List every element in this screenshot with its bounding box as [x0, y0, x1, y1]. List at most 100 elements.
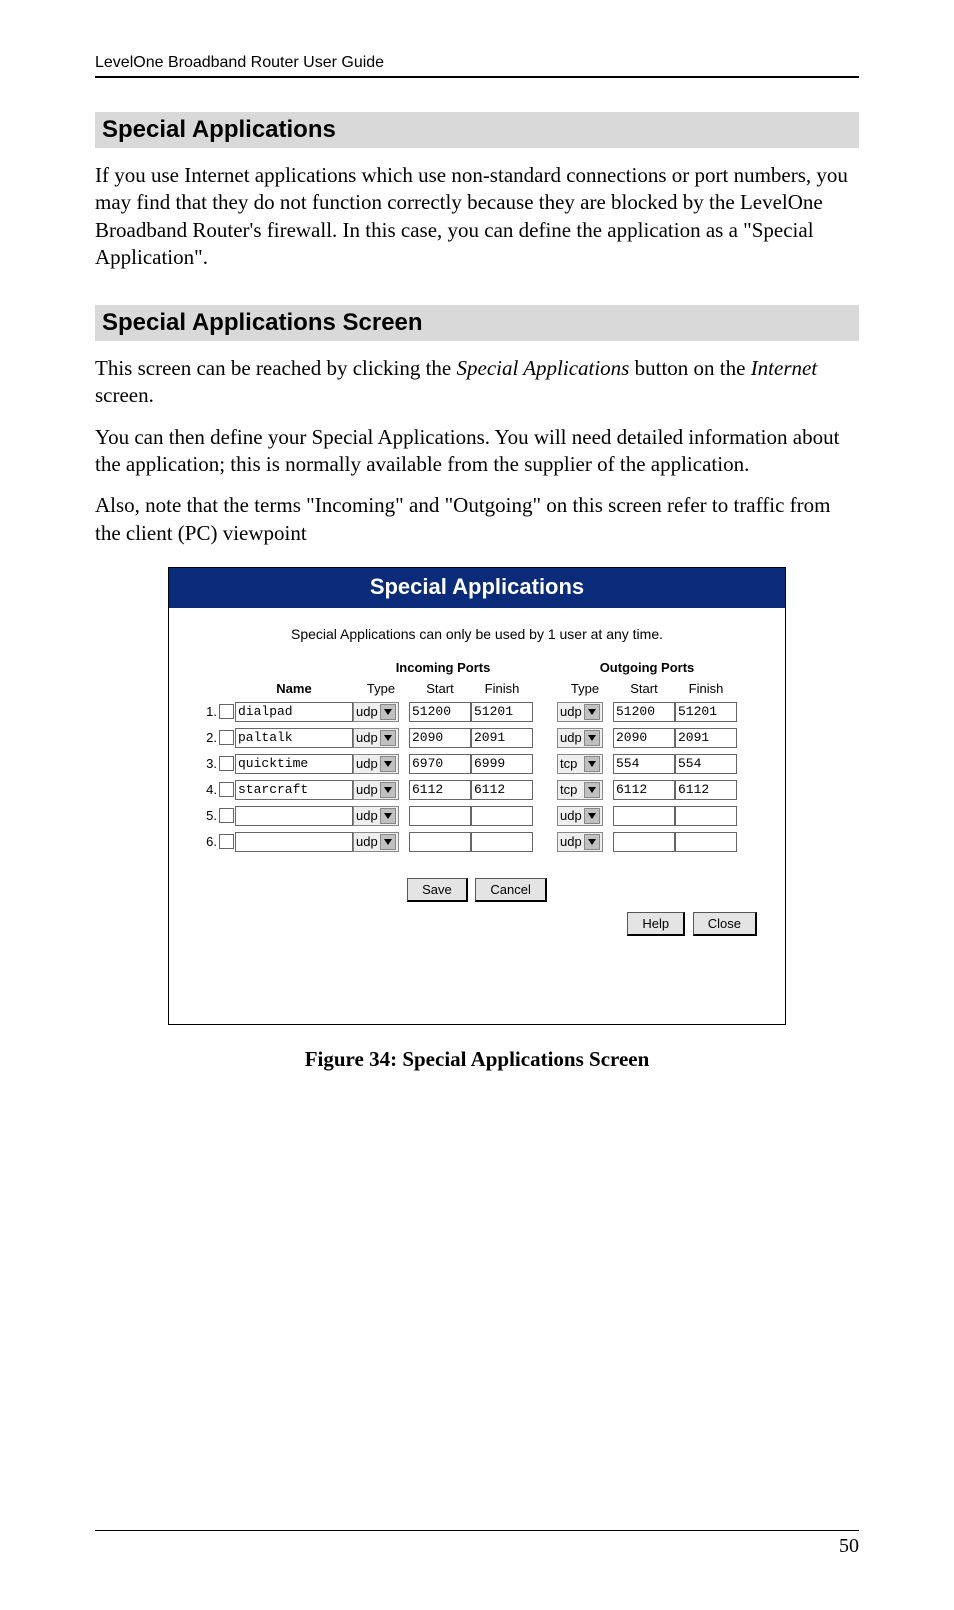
out-type-select[interactable]: tcp	[557, 780, 603, 800]
in-finish-input[interactable]	[471, 728, 533, 748]
out-start-input[interactable]	[613, 702, 675, 722]
chevron-down-icon	[584, 834, 600, 850]
col-outgoing: Outgoing Ports	[557, 660, 737, 675]
out-start-input[interactable]	[613, 728, 675, 748]
reach-text-a: This screen can be reached by clicking t…	[95, 356, 457, 380]
out-type-select[interactable]: udp	[557, 728, 603, 748]
screenshot-note: Special Applications can only be used by…	[191, 626, 763, 642]
name-input[interactable]	[235, 754, 353, 774]
chevron-down-icon	[380, 808, 396, 824]
row-num: 6.	[191, 834, 217, 849]
col-out-start: Start	[613, 681, 675, 696]
col-in-finish: Finish	[471, 681, 533, 696]
row-num: 3.	[191, 756, 217, 771]
col-in-start: Start	[409, 681, 471, 696]
chevron-down-icon	[584, 704, 600, 720]
out-finish-input[interactable]	[675, 832, 737, 852]
col-out-finish: Finish	[675, 681, 737, 696]
out-start-input[interactable]	[613, 780, 675, 800]
save-button[interactable]: Save	[407, 878, 468, 902]
help-button[interactable]: Help	[627, 912, 685, 936]
in-finish-input[interactable]	[471, 754, 533, 774]
name-input[interactable]	[235, 728, 353, 748]
name-input[interactable]	[235, 702, 353, 722]
out-finish-input[interactable]	[675, 754, 737, 774]
row-checkbox[interactable]	[219, 834, 234, 849]
define-para: You can then define your Special Applica…	[95, 424, 859, 479]
out-start-input[interactable]	[613, 806, 675, 826]
select-value: tcp	[560, 756, 584, 771]
row-num: 1.	[191, 704, 217, 719]
in-type-select[interactable]: udp	[353, 780, 399, 800]
select-value: udp	[560, 808, 584, 823]
section-heading-special-apps: Special Applications	[95, 112, 859, 148]
in-start-input[interactable]	[409, 832, 471, 852]
out-type-select[interactable]: tcp	[557, 754, 603, 774]
chevron-down-icon	[380, 782, 396, 798]
section-heading-special-apps-screen: Special Applications Screen	[95, 305, 859, 341]
name-input[interactable]	[235, 780, 353, 800]
in-start-input[interactable]	[409, 780, 471, 800]
out-finish-input[interactable]	[675, 702, 737, 722]
chevron-down-icon	[584, 756, 600, 772]
out-finish-input[interactable]	[675, 728, 737, 748]
screenshot-title: Special Applications	[169, 568, 785, 608]
in-start-input[interactable]	[409, 754, 471, 774]
special-apps-intro-para: If you use Internet applications which u…	[95, 162, 859, 271]
in-finish-input[interactable]	[471, 780, 533, 800]
chevron-down-icon	[380, 756, 396, 772]
in-finish-input[interactable]	[471, 702, 533, 722]
in-type-select[interactable]: udp	[353, 754, 399, 774]
select-value: udp	[560, 704, 584, 719]
apps-grid: Incoming Ports Outgoing Ports Name Type …	[191, 660, 763, 852]
in-start-input[interactable]	[409, 702, 471, 722]
in-type-select[interactable]: udp	[353, 806, 399, 826]
cancel-button[interactable]: Cancel	[475, 878, 546, 902]
reach-text-b: button on the	[629, 356, 750, 380]
col-name: Name	[235, 681, 353, 696]
out-type-select[interactable]: udp	[557, 806, 603, 826]
name-input[interactable]	[235, 806, 353, 826]
page-footer: 50	[95, 1530, 859, 1558]
select-value: udp	[356, 834, 380, 849]
row-checkbox[interactable]	[219, 730, 234, 745]
select-value: udp	[356, 808, 380, 823]
col-out-type: Type	[557, 681, 613, 696]
select-value: tcp	[560, 782, 584, 797]
special-apps-screenshot: Special Applications Special Application…	[168, 567, 786, 1025]
out-start-input[interactable]	[613, 754, 675, 774]
select-value: udp	[356, 756, 380, 771]
header-title: LevelOne Broadband Router User Guide	[95, 54, 384, 71]
row-num: 2.	[191, 730, 217, 745]
row-checkbox[interactable]	[219, 808, 234, 823]
chevron-down-icon	[380, 704, 396, 720]
chevron-down-icon	[380, 834, 396, 850]
reach-screen-para: This screen can be reached by clicking t…	[95, 355, 859, 410]
out-finish-input[interactable]	[675, 806, 737, 826]
out-start-input[interactable]	[613, 832, 675, 852]
row-checkbox[interactable]	[219, 756, 234, 771]
reach-italic-2: Internet	[751, 356, 817, 380]
name-input[interactable]	[235, 832, 353, 852]
select-value: udp	[560, 730, 584, 745]
reach-italic-1: Special Applications	[457, 356, 630, 380]
in-start-input[interactable]	[409, 728, 471, 748]
in-type-select[interactable]: udp	[353, 832, 399, 852]
out-finish-input[interactable]	[675, 780, 737, 800]
chevron-down-icon	[584, 782, 600, 798]
row-checkbox[interactable]	[219, 704, 234, 719]
select-value: udp	[560, 834, 584, 849]
in-type-select[interactable]: udp	[353, 702, 399, 722]
in-finish-input[interactable]	[471, 806, 533, 826]
in-finish-input[interactable]	[471, 832, 533, 852]
in-type-select[interactable]: udp	[353, 728, 399, 748]
select-value: udp	[356, 782, 380, 797]
page-header: LevelOne Broadband Router User Guide	[95, 54, 859, 78]
close-button[interactable]: Close	[693, 912, 757, 936]
col-incoming: Incoming Ports	[353, 660, 533, 675]
chevron-down-icon	[584, 808, 600, 824]
out-type-select[interactable]: udp	[557, 832, 603, 852]
row-checkbox[interactable]	[219, 782, 234, 797]
out-type-select[interactable]: udp	[557, 702, 603, 722]
in-start-input[interactable]	[409, 806, 471, 826]
